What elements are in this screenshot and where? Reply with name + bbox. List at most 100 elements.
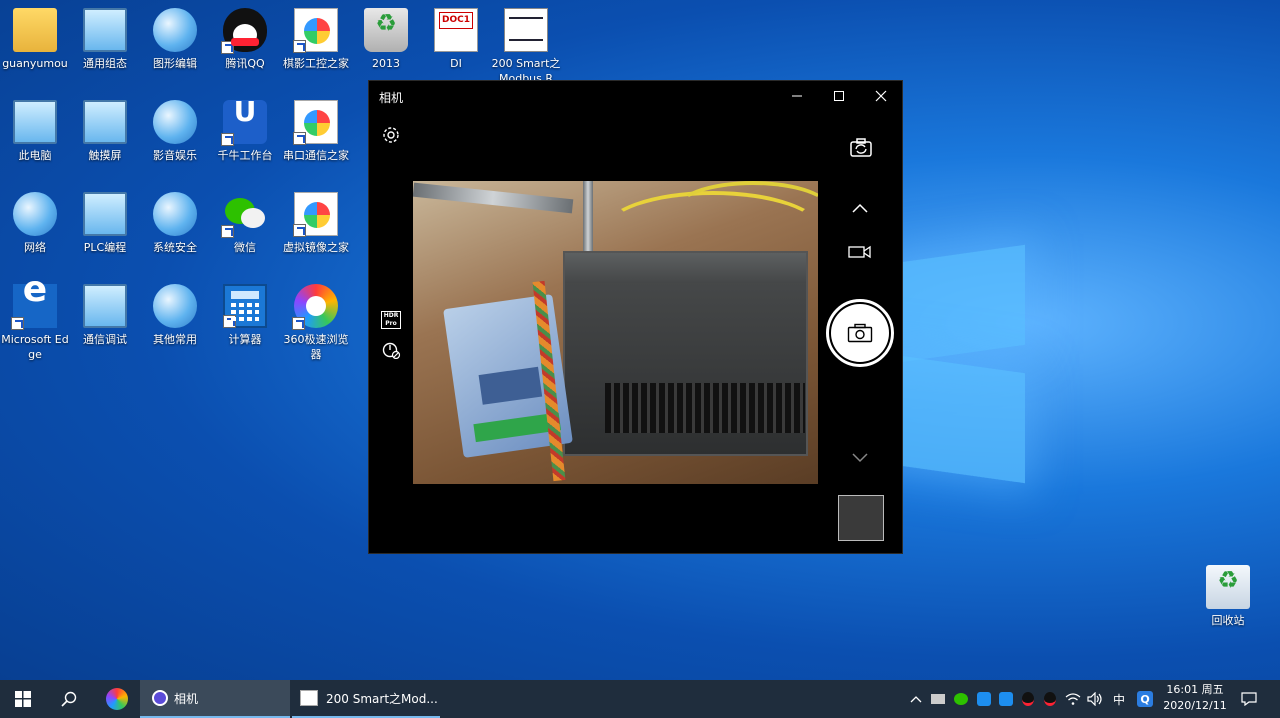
tray-app-3[interactable] — [996, 680, 1016, 718]
taskbar-clock[interactable]: 16:01 周五 2020/12/11 — [1160, 682, 1230, 714]
desktop-icon-label: 通信调试 — [83, 333, 127, 346]
desktop-icon-label: 计算器 — [228, 333, 262, 346]
desktop-icon-12[interactable]: 串口通信之家 — [280, 100, 352, 163]
shortcut-arrow-icon — [293, 40, 306, 53]
start-button[interactable] — [0, 680, 46, 718]
hdr-pro-toggle[interactable]: HDR Pro — [381, 311, 401, 329]
switch-camera-icon[interactable] — [849, 137, 873, 159]
desktop-icon-label: 串口通信之家 — [283, 149, 349, 162]
desktop-icon-0[interactable]: guanyumou — [0, 8, 71, 71]
desktop-icon-3[interactable]: 腾讯QQ — [209, 8, 281, 71]
desktop-icon-label: 此电脑 — [18, 149, 52, 162]
desktop-icon-15[interactable]: 系统安全 — [139, 192, 211, 255]
desktop-icon-22[interactable]: 360极速浏览器 — [280, 284, 352, 362]
desktop-icon-label: 触摸屏 — [88, 149, 122, 162]
tray-app-q[interactable]: Q — [1134, 680, 1156, 718]
shortcut-arrow-icon — [221, 41, 234, 54]
camera-preview — [413, 181, 818, 484]
desktop-icon-6[interactable]: DI — [420, 8, 492, 71]
last-photo-thumbnail[interactable] — [838, 495, 884, 541]
minimize-button[interactable] — [775, 81, 819, 111]
shortcut-arrow-icon — [221, 225, 234, 238]
desktop-icon-5[interactable]: 2013 — [350, 8, 422, 71]
chevron-up-icon[interactable] — [852, 201, 868, 217]
edge-icon — [11, 282, 57, 330]
desktop-icon-9[interactable]: 触摸屏 — [69, 100, 141, 163]
action-center-button[interactable] — [1236, 680, 1262, 718]
document-icon — [293, 8, 338, 53]
shortcut-arrow-icon — [11, 317, 24, 330]
document-icon — [293, 192, 338, 237]
desktop-icon-18[interactable]: Microsoft Edge — [0, 282, 71, 362]
wechat-icon — [954, 693, 968, 705]
close-button[interactable] — [859, 81, 903, 111]
desktop-icon-19[interactable]: 通信调试 — [69, 284, 141, 347]
camera-window: 相机 HDR Pro — [368, 80, 903, 554]
q-app-icon: Q — [1137, 691, 1153, 707]
desktop-icon-label: PLC编程 — [83, 241, 127, 254]
desktop-icon-label: 网络 — [24, 241, 46, 254]
clock-date: 2020/12/11 — [1163, 699, 1227, 712]
desktop-icon-label: 腾讯QQ — [225, 57, 265, 70]
tray-network[interactable] — [1062, 680, 1084, 718]
computer-icon — [83, 100, 127, 144]
desktop-icon-17[interactable]: 虚拟镜像之家 — [280, 192, 352, 255]
desktop-icon-11[interactable]: 千牛工作台 — [209, 100, 281, 163]
hdr-label: HDR Pro — [383, 312, 399, 327]
maximize-icon — [834, 91, 844, 101]
desktop-icon-13[interactable]: 网络 — [0, 192, 71, 255]
calculator-icon — [223, 284, 267, 328]
taskbar-app-ladder[interactable]: 200 Smart之Mod... — [292, 680, 440, 718]
user-folder-icon — [13, 8, 57, 52]
window-title: 相机 — [379, 91, 404, 105]
settings-gear-icon[interactable] — [381, 125, 401, 145]
search-icon — [61, 691, 77, 707]
qq-icon — [221, 8, 267, 54]
video-mode-icon[interactable] — [848, 244, 872, 260]
shortcut-arrow-icon — [292, 317, 305, 330]
taskbar-app-camera[interactable]: 相机 — [140, 680, 290, 718]
minimize-icon — [792, 95, 802, 97]
maximize-button[interactable] — [817, 81, 861, 111]
desktop-icon-4[interactable]: 棋影工控之家 — [280, 8, 352, 71]
camera-icon — [847, 323, 873, 343]
tray-volume[interactable] — [1084, 680, 1106, 718]
desktop-icon-label: Microsoft Edge — [1, 333, 69, 361]
doc-file-icon — [434, 8, 478, 52]
shortcut-arrow-icon — [221, 133, 234, 146]
desktop-icon-1[interactable]: 通用组态 — [69, 8, 141, 71]
taskbar-app-label: 相机 — [174, 691, 199, 706]
search-button[interactable] — [46, 680, 92, 718]
computer-icon — [83, 192, 127, 236]
chevron-down-icon[interactable] — [852, 449, 868, 465]
taskbar-pinned-browser[interactable] — [94, 680, 140, 718]
computer-icon — [83, 8, 127, 52]
qq-icon — [1044, 692, 1056, 706]
network-globe-icon — [153, 192, 197, 236]
tray-app-2[interactable] — [974, 680, 994, 718]
volume-icon — [1087, 692, 1102, 706]
computer-icon — [83, 284, 127, 328]
desktop-icon-10[interactable]: 影音娱乐 — [139, 100, 211, 163]
network-globe-icon — [153, 100, 197, 144]
input-method-indicator[interactable]: 中 — [1108, 680, 1130, 718]
desktop-icon-7[interactable]: 200 Smart之Modbus R — [490, 8, 562, 86]
desktop-icon-16[interactable]: 微信 — [209, 192, 281, 255]
tray-app-1[interactable] — [928, 680, 948, 718]
tray-wechat[interactable] — [950, 680, 972, 718]
show-hidden-icons-button[interactable] — [906, 680, 926, 718]
desktop-icon-label: 系统安全 — [153, 241, 197, 254]
tray-qq-1[interactable] — [1018, 680, 1038, 718]
desktop-icon-2[interactable]: 图形编辑 — [139, 8, 211, 71]
qianniu-icon — [221, 100, 267, 146]
take-photo-button[interactable] — [826, 299, 894, 367]
desktop-icon-8[interactable]: 此电脑 — [0, 100, 71, 163]
desktop-icon-14[interactable]: PLC编程 — [69, 192, 141, 255]
desktop-icon-recycle-bin[interactable]: 回收站 — [1192, 565, 1264, 628]
tray-qq-2[interactable] — [1040, 680, 1060, 718]
chevron-up-icon — [910, 696, 922, 703]
self-timer-icon[interactable] — [381, 339, 401, 359]
windows-start-icon — [15, 691, 31, 707]
desktop-icon-21[interactable]: 计算器 — [209, 284, 281, 347]
desktop-icon-20[interactable]: 其他常用 — [139, 284, 211, 347]
